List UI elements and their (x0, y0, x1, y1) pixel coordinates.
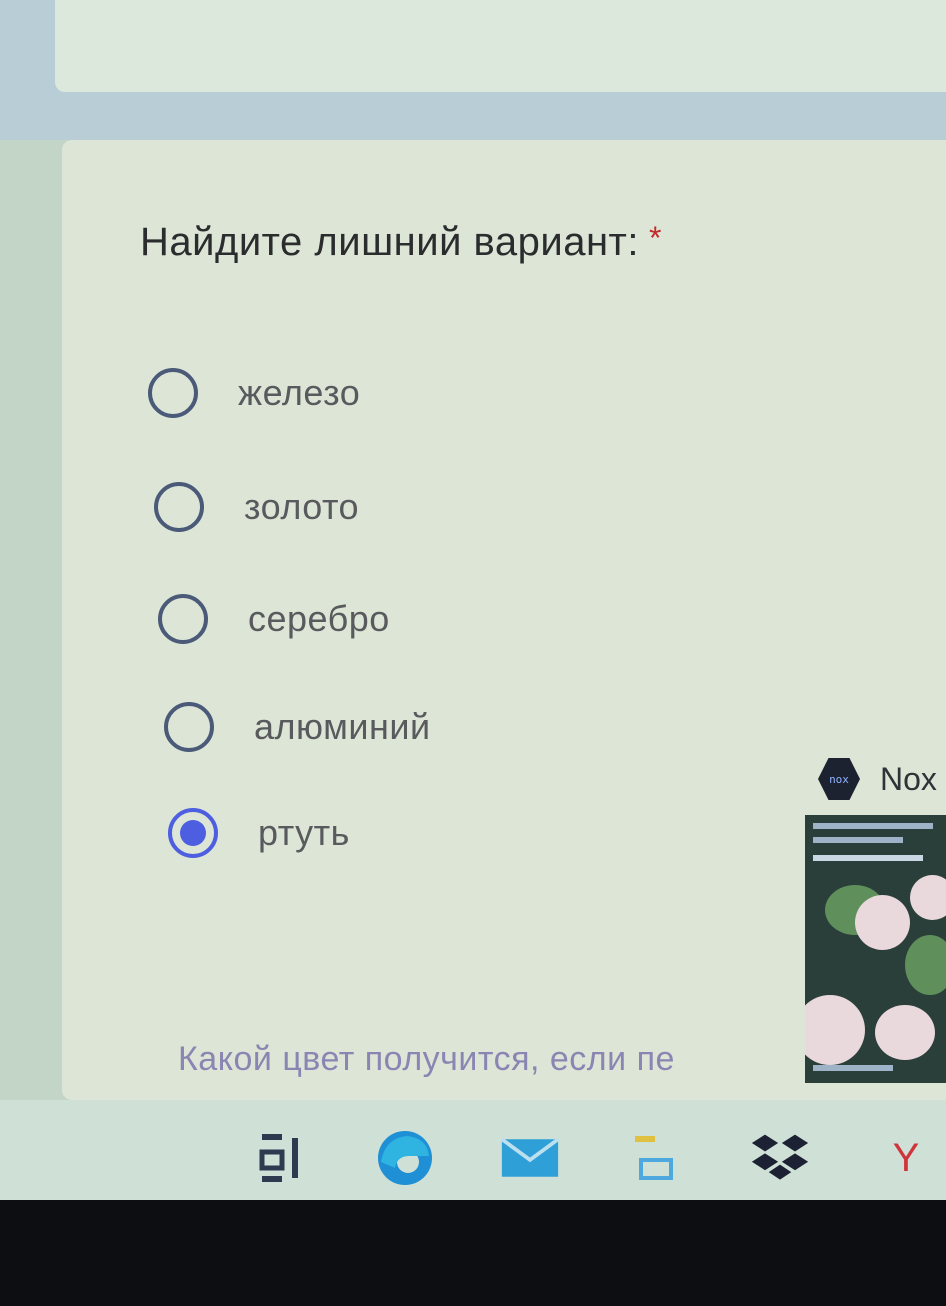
radio-selected-dot (180, 820, 206, 846)
radio-button[interactable] (148, 368, 198, 418)
notification-header[interactable]: nox Nox (818, 758, 937, 800)
option-iron[interactable]: железо (148, 368, 360, 418)
option-mercury[interactable]: ртуть (168, 808, 350, 858)
required-marker: * (648, 220, 662, 256)
preview-flower (855, 895, 910, 950)
radio-button[interactable] (154, 482, 204, 532)
option-aluminium[interactable]: алюминий (164, 702, 431, 752)
yandex-glyph: Y (892, 1135, 920, 1180)
preview-leaf (905, 935, 946, 995)
option-label: алюминий (254, 706, 431, 747)
option-label: железо (238, 372, 361, 413)
option-label: серебро (248, 598, 390, 639)
question-title: Найдите лишний вариант: * (140, 220, 662, 265)
option-label: золото (244, 486, 360, 527)
option-label: ртуть (258, 812, 350, 853)
radio-button[interactable] (158, 594, 208, 644)
task-view-icon[interactable] (250, 1128, 310, 1188)
preview-ui-bar (813, 823, 933, 829)
option-silver[interactable]: серебро (158, 594, 390, 644)
screen: Найдите лишний вариант: * железо золото с… (0, 0, 946, 1200)
next-question-text: Какой цвет получится, если пе (178, 1040, 675, 1078)
notification-app-name: Nox (880, 760, 937, 797)
radio-button[interactable] (164, 702, 214, 752)
preview-ui-bar (813, 855, 923, 861)
preview-ui-bar (813, 837, 903, 843)
notification-preview-image[interactable] (805, 815, 946, 1083)
radio-button-selected[interactable] (168, 808, 218, 858)
preview-flower (910, 875, 946, 920)
mail-icon[interactable] (500, 1128, 560, 1188)
nox-app-icon: nox (818, 758, 860, 800)
preview-flower (805, 995, 865, 1065)
edge-icon[interactable] (375, 1128, 435, 1188)
file-explorer-icon[interactable] (625, 1128, 685, 1188)
dropbox-icon[interactable] (750, 1128, 810, 1188)
question-text: Найдите лишний вариант: (140, 220, 639, 264)
preview-ui-bar (813, 1065, 893, 1071)
monitor-bezel (0, 1200, 946, 1306)
yandex-icon[interactable]: Y (876, 1128, 936, 1188)
option-gold[interactable]: золото (154, 482, 359, 532)
previous-question-card (55, 0, 946, 92)
preview-flower (875, 1005, 935, 1060)
